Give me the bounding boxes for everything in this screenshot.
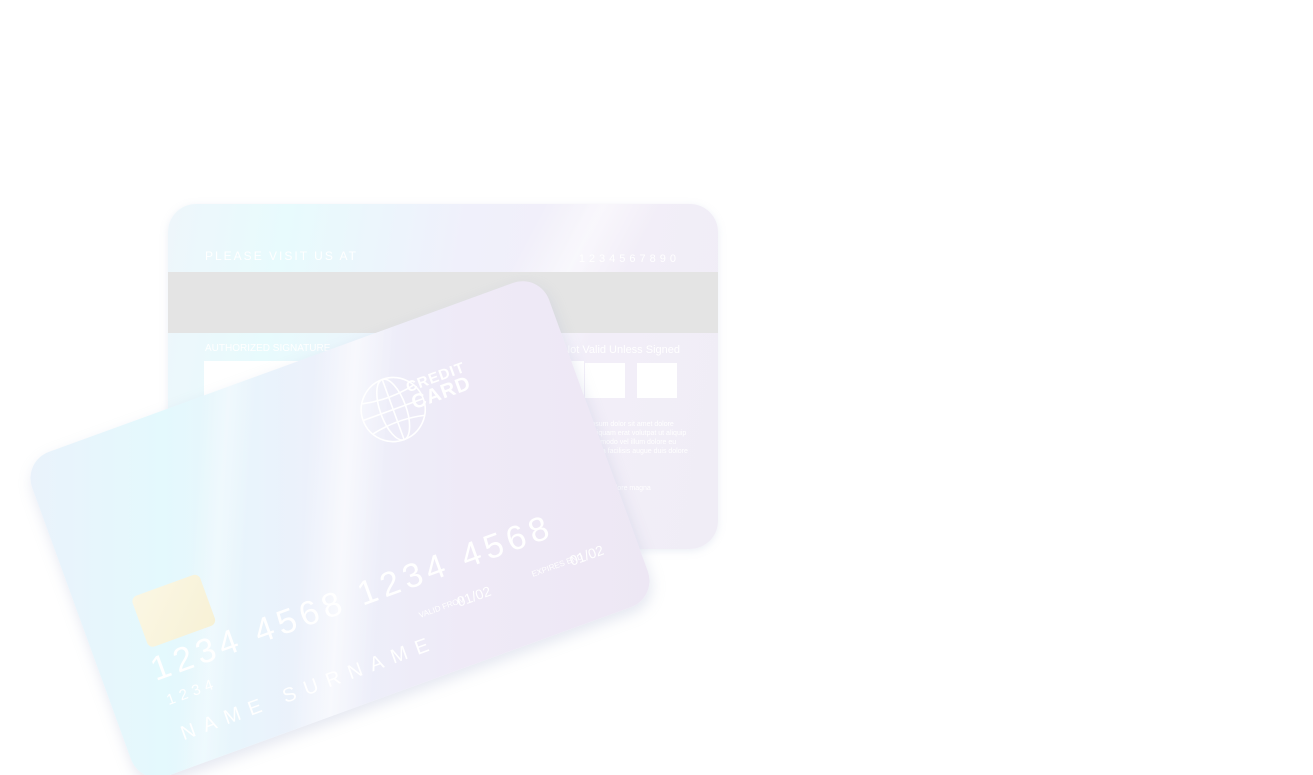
credit-card-logo: CREDIT CARD xyxy=(346,333,514,459)
not-valid-unless-signed: Not Valid Unless Signed xyxy=(562,344,680,356)
security-code-box xyxy=(585,363,625,398)
credit-card-front: CREDIT CARD 1234 4568 1234 4568 1234 VAL… xyxy=(22,273,658,775)
security-code-box xyxy=(637,363,677,398)
expires-end-date: 01/02 xyxy=(567,541,606,569)
expires-end-label: EXPIRES END xyxy=(530,551,584,579)
phone-number: 1234567890 xyxy=(578,253,680,265)
visit-us-text: PLEASE VISIT US AT xyxy=(205,249,358,263)
scene: PLEASE VISIT US AT 1234567890 AUTHORIZED… xyxy=(0,0,1313,775)
valid-from-label: VALID FROM xyxy=(417,594,467,620)
valid-from-date: 01/02 xyxy=(454,582,493,610)
authorized-signature-label: AUTHORIZED SIGNATURE xyxy=(205,343,331,354)
